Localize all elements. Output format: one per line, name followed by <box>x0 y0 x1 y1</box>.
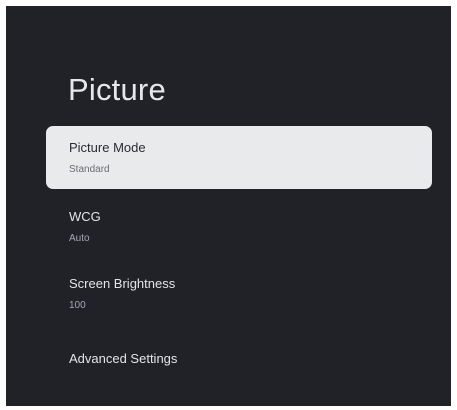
menu-item-advanced-settings[interactable]: Advanced Settings <box>46 329 432 392</box>
menu-item-label: WCG <box>69 209 101 224</box>
menu-item-value: Auto <box>69 233 90 244</box>
menu-item-value: 100 <box>69 300 86 311</box>
menu-item-screen-brightness[interactable]: Screen Brightness 100 <box>46 262 432 325</box>
menu-item-label: Screen Brightness <box>69 276 176 291</box>
tv-settings-screen: Picture Picture Mode Standard WCG Auto S… <box>6 6 451 406</box>
menu-item-picture-mode[interactable]: Picture Mode Standard <box>46 126 432 189</box>
menu-item-label: Advanced Settings <box>69 351 178 366</box>
page-title: Picture <box>68 72 166 107</box>
menu-item-label: Picture Mode <box>69 140 146 155</box>
menu-item-value: Standard <box>69 164 110 175</box>
menu-item-wcg[interactable]: WCG Auto <box>46 195 432 258</box>
